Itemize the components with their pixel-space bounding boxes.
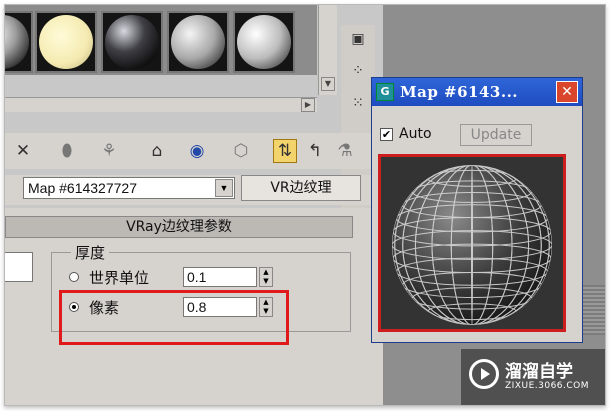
scroll-down-icon[interactable]: ▼ xyxy=(321,77,335,91)
world-units-option[interactable]: 世界单位 xyxy=(69,266,149,288)
map-preview-window: G Map #6143... ✕ ✔ Auto Update xyxy=(371,77,583,343)
sample-type-icon[interactable]: ▣ xyxy=(348,29,368,49)
sample-slot-2[interactable] xyxy=(35,11,97,73)
longitude-line xyxy=(471,165,473,325)
world-units-radio[interactable] xyxy=(69,272,79,282)
rollout-header[interactable]: VRay边纹理参数 xyxy=(5,216,353,238)
spinner-arrows-icon[interactable]: ▲ ▼ xyxy=(259,267,273,287)
watermark-subtitle: ZIXUE.3066.COM xyxy=(505,381,590,391)
close-x-icon[interactable]: ✕ xyxy=(11,139,35,163)
auto-checkbox[interactable]: ✔ xyxy=(380,127,393,141)
world-units-label: 世界单位 xyxy=(89,268,150,287)
window-titlebar[interactable]: G Map #6143... ✕ xyxy=(372,78,582,106)
background-icon[interactable]: ⁙ xyxy=(348,93,368,113)
red-highlight-box xyxy=(59,290,289,345)
material-id-icon[interactable]: ◉ xyxy=(185,139,209,163)
watermark: 溜溜自学 ZIXUE.3066.COM xyxy=(461,349,605,405)
show-end-result-icon[interactable]: ⇅ xyxy=(273,139,297,163)
material-sphere xyxy=(171,15,225,69)
go-to-parent-icon[interactable]: ↰ xyxy=(303,139,327,163)
map-preview-frame xyxy=(378,154,566,332)
app-icon: G xyxy=(376,83,394,101)
watermark-title: 溜溜自学 xyxy=(505,362,573,382)
make-unique-icon[interactable]: ⚘ xyxy=(97,139,121,163)
screenshot-frame: ▼ ▶ ▣ ⁘ ⁙ ✕ ⬮ ⚘ ⌂ ◉ ⬡ ⇅ ↰ ⚗ Map #6143277… xyxy=(4,4,606,406)
color-swatch[interactable] xyxy=(5,252,33,282)
material-sphere xyxy=(39,15,93,69)
slots-horizontal-scrollbar[interactable]: ▶ xyxy=(5,97,317,112)
wireframe-sphere-preview xyxy=(381,157,563,329)
auto-label: Auto xyxy=(399,126,432,142)
sample-slot-5[interactable] xyxy=(233,11,295,73)
material-sphere xyxy=(105,15,159,69)
map-type-button[interactable]: VR边纹理 xyxy=(241,175,361,201)
map-name-row: Map #614327727 ▼ VR边纹理 xyxy=(5,175,383,205)
map-name-combo[interactable]: Map #614327727 ▼ xyxy=(23,177,235,199)
sample-slot-4[interactable] xyxy=(167,11,229,73)
go-forward-sibling-icon[interactable]: ⚗ xyxy=(333,139,357,163)
put-to-library-icon[interactable]: ⌂ xyxy=(145,139,169,163)
sample-slot-1[interactable] xyxy=(5,11,33,73)
sample-slots xyxy=(5,5,317,75)
slots-vertical-scrollbar[interactable]: ▼ xyxy=(318,5,337,95)
play-logo-icon xyxy=(469,359,499,389)
thickness-group-title: 厚度 xyxy=(71,242,110,263)
sample-slot-3[interactable] xyxy=(101,11,163,73)
material-sphere xyxy=(5,15,29,69)
dropdown-arrow-icon[interactable]: ▼ xyxy=(215,179,233,197)
close-icon[interactable]: ✕ xyxy=(556,81,578,103)
material-editor-toolbar: ✕ ⬮ ⚘ ⌂ ◉ ⬡ ⇅ ↰ ⚗ xyxy=(5,133,383,169)
world-units-field[interactable]: 0.1 xyxy=(183,267,257,287)
assign-material-icon[interactable]: ⬮ xyxy=(55,139,79,163)
show-map-icon[interactable]: ⬡ xyxy=(229,139,253,163)
update-button[interactable]: Update xyxy=(460,124,532,146)
world-units-spinner[interactable]: 0.1 ▲ ▼ xyxy=(183,267,275,287)
backlight-icon[interactable]: ⁘ xyxy=(348,61,368,81)
auto-checkbox-row[interactable]: ✔ Auto xyxy=(380,126,432,142)
window-title: Map #6143... xyxy=(400,83,519,101)
material-sphere xyxy=(237,15,291,69)
scroll-right-icon[interactable]: ▶ xyxy=(301,98,315,112)
map-name-value: Map #614327727 xyxy=(28,180,137,196)
